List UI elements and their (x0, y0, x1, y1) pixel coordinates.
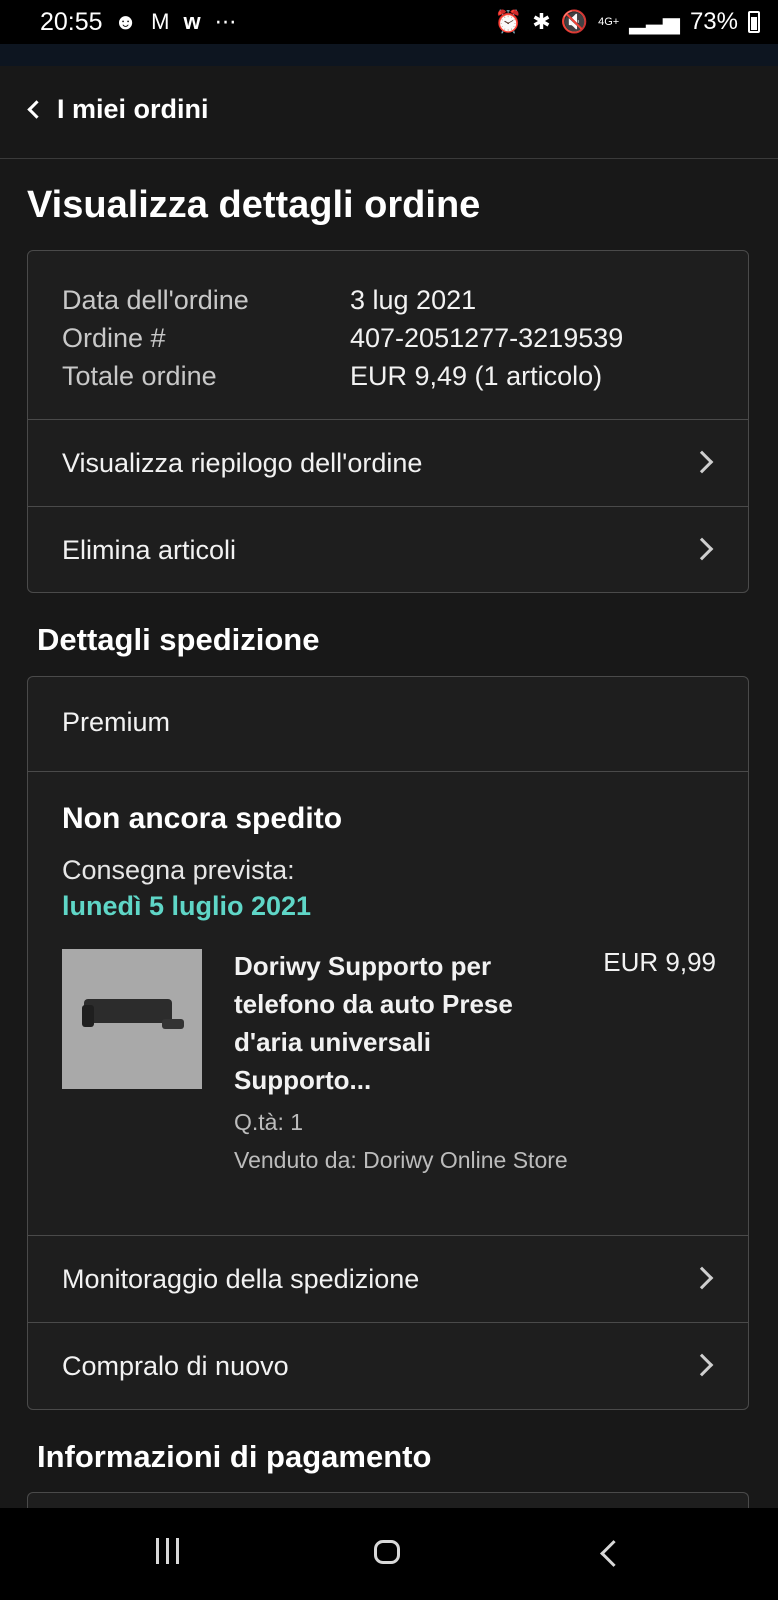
recents-bar (176, 1538, 179, 1564)
signal-icon: ▂▃▅ (629, 9, 680, 34)
track-shipment-label: Monitoraggio della spedizione (62, 1264, 420, 1294)
status-bar: 20:55 ☻ M w ⋯ ⏰ ✱ 🔇 4G+ ▂▃▅ 73% (0, 0, 778, 44)
view-order-summary-label: Visualizza riepilogo dell'ordine (62, 448, 423, 478)
view-order-summary-link[interactable]: Visualizza riepilogo dell'ordine (28, 419, 748, 507)
alarm-icon: ⏰ (494, 9, 523, 34)
order-total-label: Totale ordine (62, 361, 217, 391)
order-date-value: 3 lug 2021 (350, 285, 477, 315)
product-quantity: Q.tà: 1 (234, 1109, 304, 1135)
phone-holder-grip (82, 1005, 94, 1027)
recents-bar (156, 1538, 159, 1564)
order-summary-card: Data dell'ordine 3 lug 2021 Ordine # 407… (27, 250, 749, 593)
product-title-link[interactable]: Doriwy Supporto per telefono da auto Pre… (234, 947, 546, 1099)
shipping-section-title: Dettagli spedizione (37, 622, 320, 657)
delete-items-label: Elimina articoli (62, 535, 237, 565)
product-price: EUR 9,99 (603, 947, 716, 977)
back-link-label: I miei ordini (57, 94, 209, 124)
shipping-method: Premium (62, 707, 171, 737)
status-time: 20:55 (40, 8, 103, 36)
shipment-status: Non ancora spedito (62, 802, 343, 835)
w-app-icon: w (183, 9, 201, 34)
home-button[interactable] (374, 1540, 400, 1564)
chevron-left-icon (27, 100, 46, 119)
mute-icon: 🔇 (560, 9, 589, 34)
order-total-row: Totale ordine EUR 9,49 (1 articolo) (62, 357, 623, 395)
system-nav-bar (0, 1508, 778, 1600)
chevron-right-icon (690, 450, 714, 474)
recents-bar (166, 1538, 169, 1564)
divider (28, 771, 748, 772)
payment-section-title: Informazioni di pagamento (37, 1439, 432, 1474)
person-icon: ☻ (114, 9, 138, 34)
chevron-right-icon (690, 1266, 714, 1290)
status-right-icons: ⏰ ✱ 🔇 4G+ ▂▃▅ 73% (495, 8, 760, 36)
recent-apps-button[interactable] (156, 1538, 179, 1564)
buy-again-label: Compralo di nuovo (62, 1351, 289, 1381)
shipment-card: Premium Non ancora spedito Consegna prev… (27, 676, 749, 1410)
nav-header: I miei ordini (0, 66, 778, 159)
gmail-icon: M (151, 9, 170, 34)
order-number-value: 407-2051277-3219539 (350, 323, 624, 353)
back-to-orders-link[interactable]: I miei ordini (26, 94, 209, 125)
order-number-label: Ordine # (62, 323, 166, 353)
chevron-right-icon (690, 1353, 714, 1377)
phone-holder-clip (162, 1019, 184, 1029)
delete-items-link[interactable]: Elimina articoli (28, 506, 748, 594)
4g-icon: 4G+ (598, 16, 620, 28)
product-seller: Venduto da: Doriwy Online Store (234, 1147, 568, 1173)
more-dots-icon: ⋯ (214, 9, 237, 34)
order-number-row: Ordine # 407-2051277-3219539 (62, 319, 623, 357)
order-date-row: Data dell'ordine 3 lug 2021 (62, 281, 623, 319)
bluetooth-icon: ✱ (532, 9, 551, 34)
order-total-value: EUR 9,49 (1 articolo) (350, 361, 603, 391)
battery-icon (748, 11, 760, 33)
product-image[interactable] (62, 949, 202, 1089)
back-button[interactable] (600, 1540, 627, 1567)
track-shipment-link[interactable]: Monitoraggio della spedizione (28, 1235, 748, 1323)
order-date-label: Data dell'ordine (62, 285, 249, 315)
chevron-right-icon (690, 537, 714, 561)
battery-percent: 73% (689, 8, 738, 35)
top-accent-bar (0, 44, 778, 66)
delivery-estimate-label: Consegna prevista: (62, 855, 295, 885)
phone-holder-illustration (84, 999, 172, 1023)
buy-again-link[interactable]: Compralo di nuovo (28, 1322, 748, 1410)
delivery-date: lunedì 5 luglio 2021 (62, 891, 312, 921)
order-info: Data dell'ordine 3 lug 2021 Ordine # 407… (62, 281, 623, 395)
status-left-icons: ☻ M w ⋯ (114, 9, 237, 35)
page-title: Visualizza dettagli ordine (27, 184, 481, 226)
